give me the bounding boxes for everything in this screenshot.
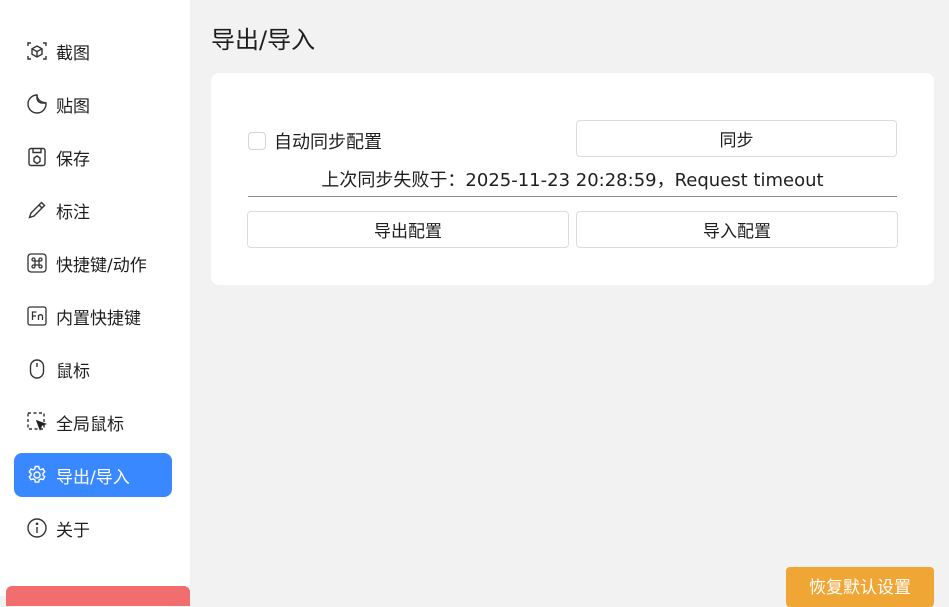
sidebar-item-label: 内置快捷键 (56, 308, 141, 329)
auto-sync-checkbox[interactable]: 自动同步配置 (248, 128, 382, 154)
sidebar-item-sticker[interactable]: 贴图 (14, 82, 172, 126)
sidebar-item-builtin-shortcuts[interactable]: 内置快捷键 (14, 294, 172, 338)
page-title: 导出/导入 (211, 26, 316, 54)
sidebar-item-shortcuts[interactable]: 快捷键/动作 (14, 241, 172, 285)
info-icon (26, 517, 48, 539)
fn-key-icon (26, 305, 48, 327)
sidebar-item-label: 关于 (56, 520, 90, 541)
sidebar: 截图 贴图 保存 标注 快捷键/动作 内置快捷键 鼠标 全局鼠标 导出/导入 关… (0, 0, 190, 606)
sidebar-item-label: 保存 (56, 149, 90, 170)
restore-defaults-button[interactable]: 恢复默认设置 (786, 567, 934, 607)
sidebar-item-mouse[interactable]: 鼠标 (14, 347, 172, 391)
sidebar-item-global-mouse[interactable]: 全局鼠标 (14, 400, 172, 444)
save-icon (26, 146, 48, 168)
sync-button[interactable]: 同步 (576, 120, 897, 157)
sidebar-item-save[interactable]: 保存 (14, 135, 172, 179)
sidebar-item-export-import[interactable]: 导出/导入 (14, 453, 172, 497)
screenshot-icon (26, 40, 48, 62)
sidebar-item-label: 贴图 (56, 96, 90, 117)
export-import-card: 自动同步配置 同步 上次同步失败于：2025-11-23 20:28:59，Re… (211, 73, 934, 285)
sidebar-bottom-button[interactable] (6, 586, 190, 606)
export-config-button[interactable]: 导出配置 (247, 211, 569, 248)
command-key-icon (26, 252, 48, 274)
sidebar-item-label: 全局鼠标 (56, 414, 124, 435)
checkbox-box[interactable] (248, 132, 266, 150)
gear-icon (26, 464, 48, 486)
sidebar-item-label: 截图 (56, 43, 90, 64)
pencil-icon (26, 199, 48, 221)
sidebar-item-annotate[interactable]: 标注 (14, 188, 172, 232)
sidebar-item-about[interactable]: 关于 (14, 506, 172, 550)
divider (248, 196, 897, 197)
selection-cursor-icon (26, 411, 48, 433)
sidebar-item-label: 鼠标 (56, 361, 90, 382)
import-config-button[interactable]: 导入配置 (576, 211, 898, 248)
mouse-icon (26, 358, 48, 380)
sync-status-text: 上次同步失败于：2025-11-23 20:28:59，Request time… (321, 170, 824, 191)
sidebar-item-label: 标注 (56, 202, 90, 223)
auto-sync-label: 自动同步配置 (274, 132, 382, 153)
sidebar-item-label: 导出/导入 (56, 467, 130, 488)
sidebar-item-screenshot[interactable]: 截图 (14, 29, 172, 73)
sticker-icon (26, 93, 48, 115)
sidebar-item-label: 快捷键/动作 (56, 255, 147, 276)
